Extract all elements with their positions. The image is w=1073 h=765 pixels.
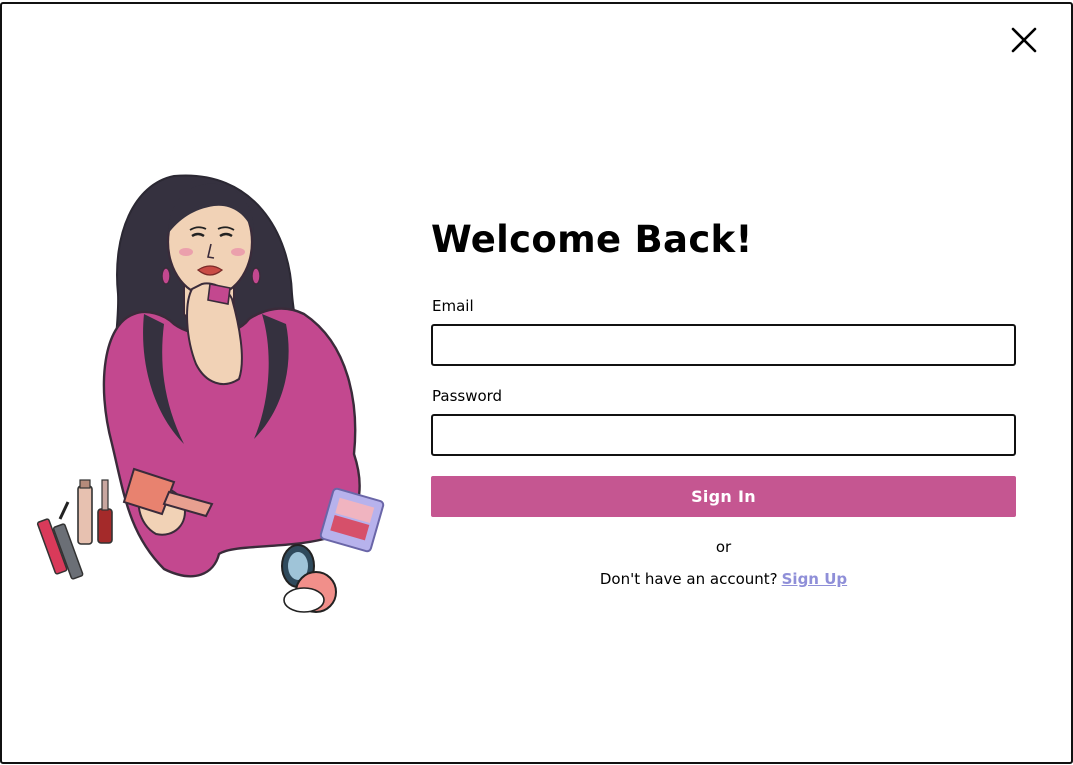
close-button[interactable] [1006,22,1042,58]
close-icon [1011,27,1037,53]
email-field[interactable] [431,324,1016,366]
signup-prompt-line: Don't have an account? Sign Up [431,568,1016,590]
sign-in-button[interactable]: Sign In [431,476,1016,517]
sign-up-link[interactable]: Sign Up [782,570,848,588]
password-label: Password [432,387,503,405]
page-title: Welcome Back! [431,218,753,261]
woman-makeup-illustration [34,164,394,619]
sign-in-form: Welcome Back! Email Password Sign In or … [431,212,1017,588]
email-label: Email [432,297,474,315]
signup-prompt: Don't have an account? [599,570,778,588]
divider-text: or [715,538,732,556]
sign-in-dialog: Welcome Back! Email Password Sign In or … [0,2,1073,764]
password-field[interactable] [431,414,1016,456]
